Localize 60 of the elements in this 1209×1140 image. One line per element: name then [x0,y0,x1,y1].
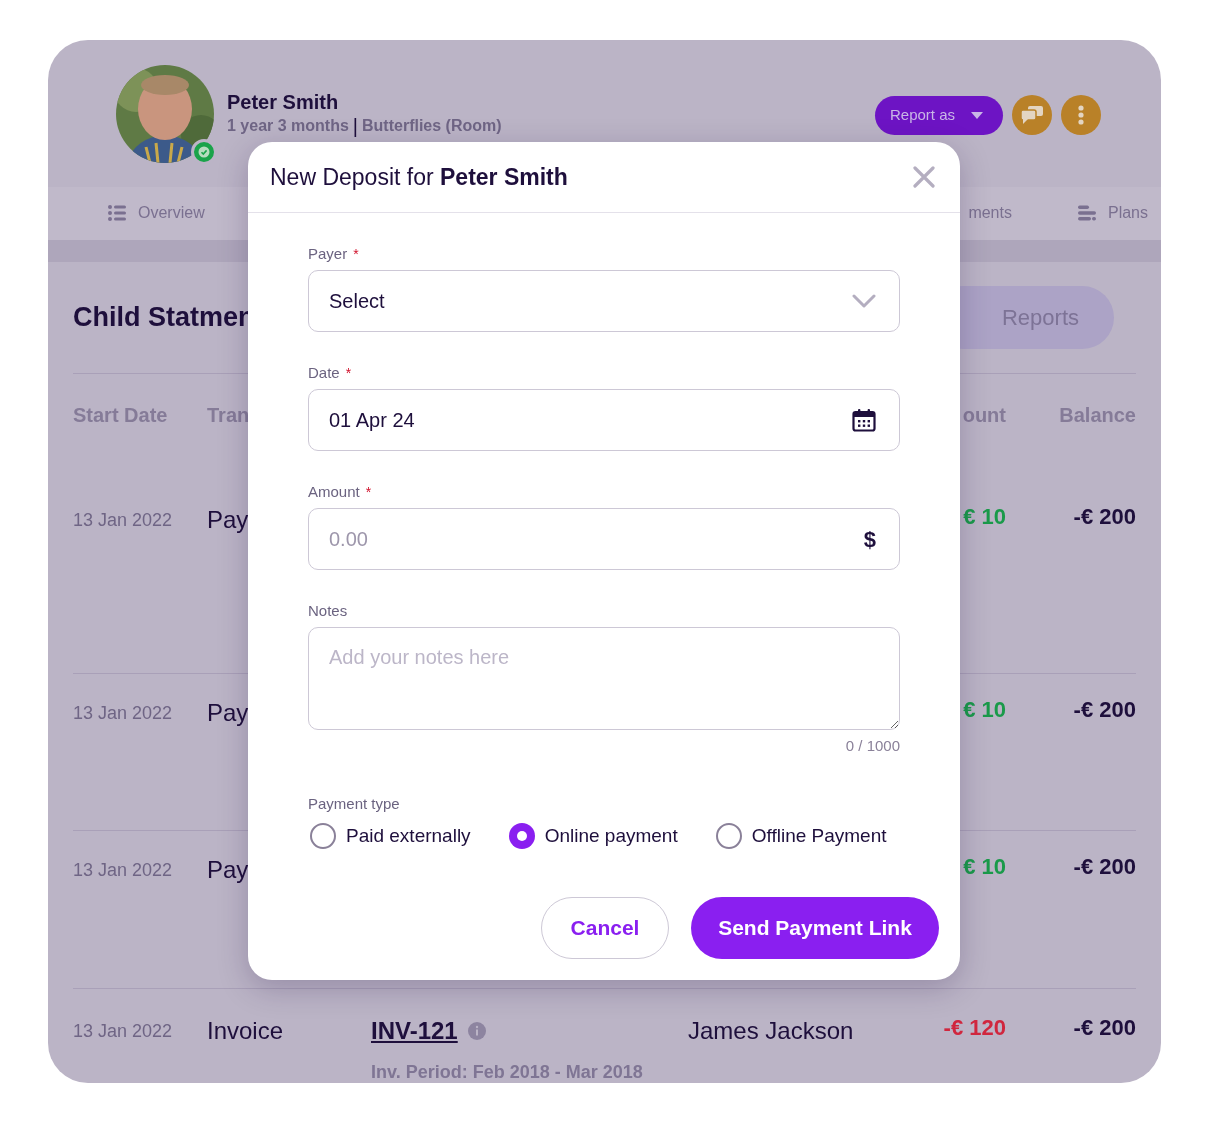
character-counter: 0 / 1000 [844,736,900,756]
send-payment-link-button[interactable]: Send Payment Link [691,897,939,959]
radio-option[interactable]: Online payment [508,821,678,850]
radio-option[interactable]: Offline Payment [715,821,887,850]
table-cell-text: Pay [207,506,250,534]
table-cell-text: 13 Jan 2022 [73,1020,174,1043]
amount-cell-text: € 10 [962,506,1006,528]
table-cell-text: Pay [207,856,250,884]
radio-option[interactable]: Paid externally [310,821,471,850]
field-label: Amount [308,481,360,502]
invoice-period: Inv. Period: Feb 2018 - Mar 2018 [371,1061,644,1083]
currency-symbol: $ [863,525,876,554]
chevron-down-icon [852,294,876,308]
balance-cell-text: -€ 200 [1072,699,1136,721]
required-mark: * [365,482,372,502]
required-mark: * [345,363,352,383]
radio-button[interactable] [715,822,742,849]
close-icon[interactable] [913,166,935,188]
dialog-title: New Deposit for Peter Smith [270,162,568,192]
caret-icon [971,111,984,119]
chat-button[interactable] [1012,95,1052,135]
table-cell-text: 13 Jan 2022 [73,859,174,882]
field-label: Payer [308,243,348,264]
amount-cell-text: -€ 120 [942,1017,1006,1039]
table-cell-text: 13 Jan 2022 [73,509,174,532]
report-as-button[interactable]: Report as [875,95,1003,135]
child-name: Peter Smith [227,90,340,115]
table-cell-text: Pay [207,699,250,727]
required-mark: * [353,244,359,264]
column-header: Tran [207,403,249,428]
child-room: Butterflies (Room) [362,116,502,136]
balance-cell-text: -€ 200 [1072,506,1136,528]
field-label: Notes [308,600,348,621]
invoice-link[interactable]: INV-121 [371,1017,458,1045]
separator: | [352,115,359,137]
calendar-icon [852,408,876,432]
info-icon[interactable] [467,1022,486,1040]
table-cell-text: James Jackson [688,1017,855,1045]
balance-cell-text: -€ 200 [1072,1017,1136,1039]
column-header: Balance [1058,403,1136,428]
table-cell-text: Invoice [207,1017,285,1045]
radio-button[interactable] [310,822,336,849]
balance-cell-text: -€ 200 [1072,856,1136,878]
more-options-button[interactable] [1061,95,1101,135]
table-cell-text: 13 Jan 2022 [73,702,174,725]
chat-bubbles-icon [1021,106,1043,124]
column-header: ount [961,403,1006,428]
child-age: 1 year 3 months [227,116,349,136]
list-icon [108,204,126,221]
column-header: Start Date [73,403,169,428]
payer-dropdown[interactable]: Select [308,270,900,332]
field-label: Date [308,362,340,383]
field-label: Payment type [308,793,401,811]
more-options-icon [1078,105,1084,125]
stacked-bars-icon [1077,204,1096,221]
notes-field[interactable]: Add your notes here [308,627,900,730]
date-field[interactable]: 01 Apr 24 [308,389,900,451]
radio-button[interactable] [508,822,535,849]
amount-cell-text: € 10 [962,699,1006,721]
amount-cell-text: € 10 [962,856,1006,878]
